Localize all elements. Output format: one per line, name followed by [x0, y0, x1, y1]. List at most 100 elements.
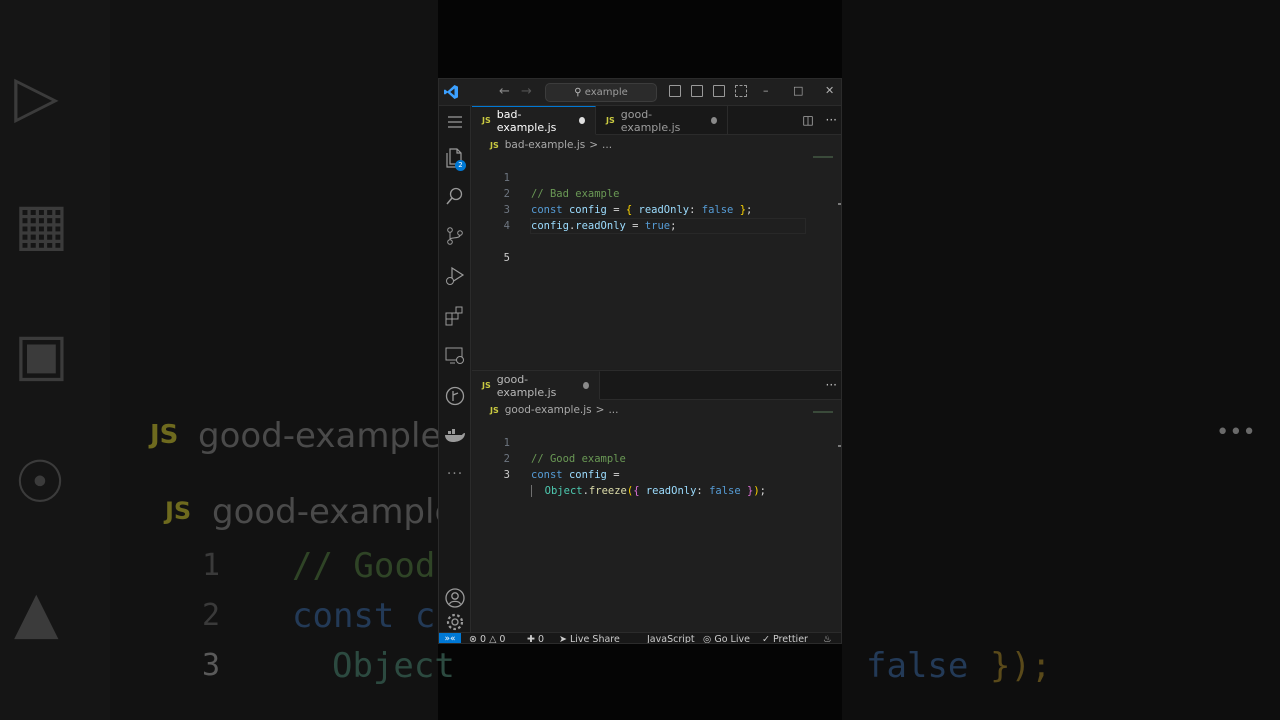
bg-docker-icon: ▲: [14, 578, 59, 646]
tab-good-example[interactable]: JS good-example.js: [472, 371, 600, 400]
code-line: 3 Object.freeze({ readOnly: false });: [472, 451, 841, 497]
run-debug-icon[interactable]: [439, 260, 471, 292]
bg-line-number: 2: [202, 598, 221, 633]
bg-crumb-badge: JS: [165, 497, 192, 525]
back-arrow-icon[interactable]: ←: [499, 84, 510, 99]
code-line: 1 // Bad example: [472, 154, 841, 200]
bg-line-number: 3: [202, 648, 221, 683]
breadcrumb: JS bad-example.js > ...: [490, 137, 612, 153]
docker-icon[interactable]: [439, 420, 471, 452]
code-editor[interactable]: 1 // Good example 2 const config = 3 Obj…: [472, 419, 841, 497]
git-graph-icon[interactable]: [439, 380, 471, 412]
scrollbar-marker[interactable]: [838, 203, 841, 205]
code-line: 2 const config =: [472, 435, 841, 481]
prettier-button[interactable]: ✓ Prettier: [762, 633, 808, 644]
breadcrumb-more[interactable]: ...: [602, 139, 612, 151]
ports-indicator[interactable]: ✚ 0: [527, 633, 545, 644]
search-view-icon[interactable]: [439, 180, 471, 212]
code-line: 3 config.readOnly = true;: [472, 186, 841, 232]
split-editor-icon[interactable]: ◫: [802, 113, 813, 127]
command-center-search[interactable]: ⚲ example: [545, 83, 657, 102]
code-line: 2 const config = { readOnly: false };: [472, 170, 841, 216]
more-actions-icon[interactable]: ···: [826, 113, 837, 127]
ports-icon: ✚: [527, 634, 535, 644]
minimap[interactable]: [813, 411, 833, 413]
tab-bar: JS bad-example.js JS good-example.js ◫ ·…: [472, 106, 841, 135]
language-mode[interactable]: JavaScript: [647, 633, 695, 643]
code-editor[interactable]: 1 // Bad example 2 const config = { read…: [472, 154, 841, 264]
customize-layout-icon[interactable]: [735, 85, 747, 97]
more-actions-icon[interactable]: ···: [826, 378, 837, 392]
js-file-icon: JS: [606, 116, 615, 125]
tab-good-example[interactable]: JS good-example.js: [596, 106, 728, 135]
go-live-button[interactable]: ◎ Go Live: [703, 633, 750, 644]
bg-git-icon: ☉: [14, 448, 66, 516]
search-text: example: [584, 87, 628, 98]
explorer-badge: 2: [455, 160, 466, 171]
unsaved-dot-icon[interactable]: [579, 117, 585, 124]
code-line: 5: [472, 218, 841, 264]
menu-icon[interactable]: [439, 106, 471, 138]
warning-icon: △: [489, 634, 497, 644]
tab-label: good-example.js: [496, 372, 557, 399]
activity-bar: 2 ···: [439, 106, 471, 632]
js-file-icon: JS: [482, 381, 491, 390]
breadcrumb-file[interactable]: good-example.js: [505, 404, 592, 416]
js-file-icon: JS: [490, 140, 499, 150]
current-line-highlight: [530, 218, 806, 234]
title-bar: ← → ⚲ example – □ ✕: [439, 79, 841, 106]
editor-actions: ◫ ···: [802, 113, 837, 127]
js-file-icon: JS: [482, 116, 491, 125]
explorer-icon[interactable]: 2: [439, 142, 471, 174]
extensions-icon[interactable]: [439, 300, 471, 332]
go-live-label: Go Live: [714, 634, 750, 644]
problems-indicator[interactable]: ⊗ 0 △ 0: [469, 633, 505, 644]
bg-line-number: 1: [202, 548, 221, 583]
notifications-bell-icon[interactable]: ♨: [823, 633, 832, 643]
code-text: Object.freeze({ readOnly: false });: [531, 483, 766, 499]
unsaved-dot-icon[interactable]: [710, 117, 717, 124]
breadcrumb-more[interactable]: ...: [608, 404, 618, 416]
status-bar: »« ⊗ 0 △ 0 ✚ 0 ➤ Live Share JavaScript ◎…: [439, 632, 841, 644]
ports-count: 0: [538, 634, 545, 644]
code-line: 4: [472, 202, 841, 232]
bg-remote-explorer-icon: ▣: [14, 320, 69, 388]
editor-group-bottom: JS good-example.js ··· JS good-example.j…: [472, 370, 841, 632]
bg-js-badge: JS: [150, 420, 179, 450]
remote-explorer-icon[interactable]: [439, 340, 471, 372]
breadcrumb: JS good-example.js > ...: [490, 402, 618, 418]
remote-indicator-icon[interactable]: »«: [439, 633, 461, 643]
source-control-icon[interactable]: [439, 220, 471, 252]
scrollbar-marker[interactable]: [838, 445, 841, 447]
bg-extensions-icon: ▦: [14, 190, 69, 258]
minimap[interactable]: [813, 156, 833, 158]
close-window-icon[interactable]: ✕: [825, 84, 834, 97]
line-number: 3: [503, 469, 510, 481]
toggle-secondary-sidebar-icon[interactable]: [713, 85, 725, 97]
settings-gear-icon[interactable]: [439, 613, 471, 632]
minimize-icon[interactable]: –: [763, 84, 769, 97]
broadcast-icon: ◎: [703, 634, 712, 644]
tab-label: bad-example.js: [496, 107, 557, 134]
editor-group-top: JS bad-example.js JS good-example.js ◫ ·…: [472, 106, 841, 369]
js-file-icon: JS: [490, 405, 499, 415]
toggle-primary-sidebar-icon[interactable]: [669, 85, 681, 97]
tab-bad-example[interactable]: JS bad-example.js: [472, 106, 596, 135]
bg-code-fragment: // Good: [292, 546, 436, 586]
more-views-icon[interactable]: ···: [439, 458, 471, 490]
breadcrumb-separator: >: [595, 404, 605, 416]
live-share-button[interactable]: ➤ Live Share: [559, 633, 620, 644]
bg-code-fragment: Object: [332, 646, 455, 686]
unsaved-dot-icon[interactable]: [583, 382, 589, 389]
code-line: 1 // Good example: [472, 419, 841, 465]
bg-more-icon: •••: [1216, 420, 1256, 445]
accounts-icon[interactable]: [439, 582, 471, 614]
live-share-icon: ➤: [559, 634, 567, 644]
maximize-icon[interactable]: □: [793, 84, 803, 97]
vscode-window: ← → ⚲ example – □ ✕ 2 ··· JS bad-example…: [438, 78, 842, 644]
line-number: 5: [503, 252, 510, 264]
toggle-panel-icon[interactable]: [691, 85, 703, 97]
forward-arrow-icon[interactable]: →: [521, 84, 532, 99]
double-check-icon: ✓: [762, 634, 770, 644]
breadcrumb-file[interactable]: bad-example.js: [505, 139, 585, 151]
